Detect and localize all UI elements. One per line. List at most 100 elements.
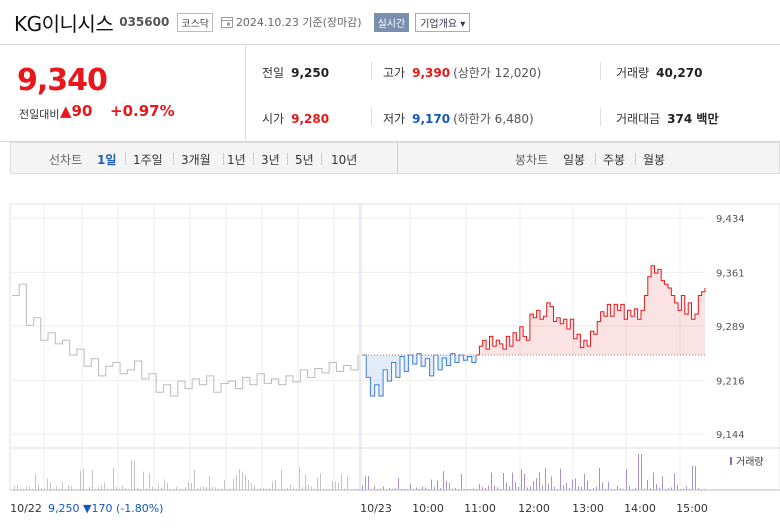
prev-day-summary: 9,250 ▼170 (-1.80%)	[48, 502, 163, 515]
high-value: 9,390	[412, 66, 451, 80]
volume-bar	[194, 469, 195, 490]
volume-bar	[578, 486, 579, 490]
volume-legend-swatch	[730, 457, 732, 465]
low-cell: 저가 9,170 (하한가 6,480)	[383, 110, 534, 127]
volume-bar	[164, 479, 165, 490]
volume-bar	[254, 485, 255, 490]
volume-bar	[449, 483, 450, 490]
volume-bar	[539, 472, 540, 490]
low-value: 9,170	[412, 112, 451, 126]
trade-amount-label: 거래대금	[616, 112, 661, 126]
period-3month[interactable]: 3개월	[181, 151, 211, 168]
volume-bar	[248, 479, 249, 490]
y-tick-label: 9,434	[716, 214, 745, 225]
divider	[253, 153, 254, 165]
volume-bar	[641, 454, 642, 490]
calendar-icon	[220, 17, 233, 28]
volume-bar	[656, 484, 657, 490]
volume-bar	[224, 479, 225, 490]
volume-bar	[281, 469, 282, 490]
volume-bar	[530, 486, 531, 490]
volume-bar	[50, 482, 51, 490]
volume-bar	[572, 479, 573, 490]
volume-bar	[536, 478, 537, 490]
high-cell: 고가 9,390 (상한가 12,020)	[383, 64, 541, 81]
volume-bar	[143, 471, 144, 490]
high-label: 고가	[383, 66, 406, 80]
candle-monthly[interactable]: 월봉	[643, 151, 665, 168]
volume-bar	[584, 473, 585, 490]
volume-bar	[437, 480, 438, 490]
volume-bar	[332, 481, 333, 490]
series-line	[12, 283, 359, 397]
period-10year[interactable]: 10년	[331, 151, 357, 168]
volume-bar	[545, 467, 546, 490]
divider	[223, 153, 224, 165]
change-label: 전일대비	[19, 108, 60, 121]
divider	[371, 108, 372, 126]
divider	[371, 62, 372, 80]
period-bar: 선차트 1일 1주일 3개월 1년 3년 5년 10년 봉차트 일봉 주봉 월봉	[10, 142, 780, 174]
candle-daily[interactable]: 일봉	[563, 151, 585, 168]
x-tick-label: 10:00	[412, 502, 444, 515]
price-chart: 9,434 9,361 9,289 9,216 9,144 10/22 10/23 10:00…	[0, 190, 780, 530]
volume-bar	[629, 486, 630, 490]
volume-bar	[38, 484, 39, 490]
y-tick-label: 9,144	[716, 430, 745, 441]
volume-bar	[626, 469, 627, 490]
open-value: 9,280	[291, 112, 330, 126]
volume-bar	[599, 467, 600, 490]
price-summary: 9,340 전일대비 ▲90 +0.97% 전일 9,250 고가 9,390 (상한…	[0, 44, 780, 142]
divider	[287, 153, 288, 165]
company-info-button[interactable]: 기업개요 ▾	[415, 12, 471, 32]
prev-close-value: 9,250	[291, 66, 330, 80]
volume-bar	[560, 468, 561, 490]
open-cell: 시가 9,280	[262, 110, 329, 127]
volume-bar	[305, 474, 306, 490]
volume-cell: 거래량 40,270	[616, 64, 702, 81]
volume-bar	[374, 486, 375, 490]
realtime-button[interactable]: 실시간	[373, 12, 410, 32]
x-tick-label: 11:00	[464, 502, 496, 515]
volume-bar	[488, 485, 489, 490]
volume-bar	[548, 483, 549, 490]
volume-bar	[68, 485, 69, 490]
volume-bar	[104, 482, 105, 490]
x-tick-label: 10/23	[360, 502, 392, 515]
divider	[600, 108, 601, 126]
period-1day[interactable]: 1일	[97, 151, 116, 168]
volume-bar	[515, 482, 516, 490]
volume-bar	[335, 481, 336, 490]
period-5year[interactable]: 5년	[295, 151, 314, 168]
period-1week[interactable]: 1주일	[133, 151, 163, 168]
volume-bar	[56, 486, 57, 490]
line-chart-label: 선차트	[49, 153, 83, 167]
volume-bar	[71, 486, 72, 490]
volume-bar	[617, 485, 618, 490]
candle-weekly[interactable]: 주봉	[603, 151, 625, 168]
prev-day-price: 9,250	[48, 502, 80, 515]
volume-bar	[191, 483, 192, 490]
volume-bar	[308, 484, 309, 490]
x-tick-label: 15:00	[676, 502, 708, 515]
volume-bar	[686, 486, 687, 490]
stock-header: KG이니시스 035600 코스닥 2024.10.23 기준(장마감) 실시간…	[0, 0, 780, 44]
trade-amount-value: 374 백만	[667, 112, 719, 126]
volume-bar	[383, 486, 384, 490]
x-tick-label: 14:00	[624, 502, 656, 515]
current-price-box: 9,340 전일대비 ▲90 +0.97%	[0, 45, 246, 141]
period-3year[interactable]: 3년	[261, 151, 280, 168]
period-1year[interactable]: 1년	[227, 151, 246, 168]
open-label: 시가	[262, 112, 285, 126]
volume-bar	[431, 479, 432, 490]
prev-close-cell: 전일 9,250	[262, 64, 329, 81]
volume-bar	[494, 485, 495, 490]
upper-limit: (상한가 12,020)	[453, 66, 542, 80]
volume-bar	[542, 485, 543, 490]
volume-bar	[242, 471, 243, 490]
volume-bar	[92, 469, 93, 490]
volume-bar	[365, 476, 366, 490]
volume-bar	[410, 483, 411, 490]
change-percent: +0.97%	[110, 102, 175, 120]
y-tick-label: 9,216	[716, 376, 745, 387]
